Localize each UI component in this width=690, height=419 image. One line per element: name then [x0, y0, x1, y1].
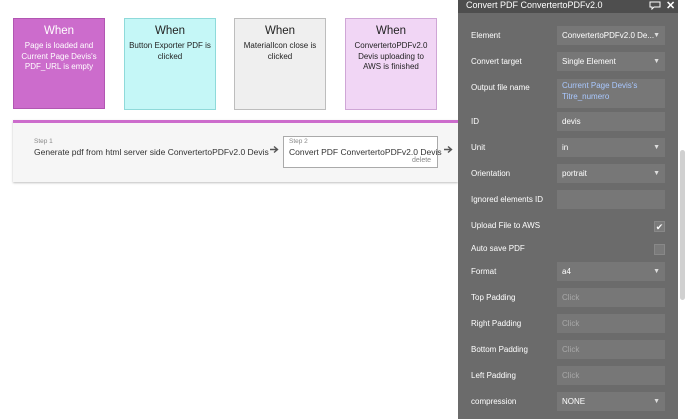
- right-padding-input[interactable]: Click: [557, 314, 665, 333]
- caret-down-icon: ▼: [653, 170, 660, 177]
- format-select[interactable]: a4 ▼: [557, 262, 665, 281]
- label-auto-save-pdf: Auto save PDF: [471, 244, 525, 253]
- left-padding-placeholder: Click: [562, 371, 580, 380]
- event-description: Page is loaded and Current Page Devis's …: [21, 41, 97, 71]
- panel-title: Convert PDF ConvertertoPDFv2.0: [466, 0, 603, 10]
- caret-down-icon: ▼: [653, 58, 660, 65]
- unit-select[interactable]: in ▼: [557, 138, 665, 157]
- id-input-value: devis: [562, 117, 581, 126]
- step-delete-link[interactable]: delete: [412, 157, 431, 164]
- arrow-right-icon: [270, 145, 279, 154]
- label-left-padding: Left Padding: [471, 371, 516, 380]
- event-description: ConvertertoPDFv2.0 Devis uploading to AW…: [354, 41, 428, 71]
- bottom-padding-input[interactable]: Click: [557, 340, 665, 359]
- right-padding-placeholder: Click: [562, 319, 580, 328]
- step-1-title[interactable]: Generate pdf from html server side Conve…: [34, 147, 269, 157]
- event-description: Button Exporter PDF is clicked: [129, 41, 211, 61]
- convert-target-select[interactable]: Single Element ▼: [557, 52, 665, 71]
- close-icon[interactable]: ✕: [666, 0, 675, 12]
- label-orientation: Orientation: [471, 169, 511, 178]
- label-compression: compression: [471, 397, 517, 406]
- label-top-padding: Top Padding: [471, 293, 516, 302]
- element-select[interactable]: ConvertertoPDFv2.0 De... ▼: [557, 26, 665, 45]
- label-convert-target: Convert target: [471, 57, 522, 66]
- upload-aws-checkbox[interactable]: ✔: [654, 221, 665, 232]
- label-output-file-name: Output file name: [471, 83, 530, 92]
- comment-icon[interactable]: [649, 1, 661, 10]
- output-file-name-value: Current Page Devis's Titre_numero: [562, 81, 638, 101]
- compression-select[interactable]: NONE ▼: [557, 392, 665, 411]
- event-when-label: When: [154, 25, 186, 37]
- property-editor-panel: Convert PDF ConvertertoPDFv2.0 ✕ Element…: [458, 0, 678, 419]
- label-ignored-elements-id: Ignored elements ID: [471, 195, 544, 204]
- event-materialicon-close-clicked[interactable]: When MaterialIcon close is clicked: [234, 18, 326, 110]
- step-2-title[interactable]: Convert PDF ConvertertoPDFv2.0 Devis: [289, 147, 442, 157]
- caret-down-icon: ▼: [653, 32, 660, 39]
- bottom-padding-placeholder: Click: [562, 345, 580, 354]
- label-format: Format: [471, 267, 497, 276]
- format-select-value: a4: [562, 267, 571, 276]
- label-unit: Unit: [471, 143, 486, 152]
- panel-scrollbar-thumb[interactable]: [680, 150, 685, 300]
- left-padding-input[interactable]: Click: [557, 366, 665, 385]
- output-file-name-field[interactable]: Current Page Devis's Titre_numero: [557, 79, 665, 108]
- id-input[interactable]: devis: [557, 112, 665, 131]
- checkmark-icon: ✔: [655, 222, 664, 232]
- unit-select-value: in: [562, 143, 569, 152]
- label-upload-aws: Upload File to AWS: [471, 221, 541, 230]
- orientation-select[interactable]: portrait ▼: [557, 164, 665, 183]
- label-right-padding: Right Padding: [471, 319, 522, 328]
- arrow-right-icon: [444, 145, 453, 154]
- element-select-value: ConvertertoPDFv2.0 De...: [562, 31, 655, 40]
- event-when-label: When: [375, 25, 407, 37]
- event-page-loaded[interactable]: When Page is loaded and Current Page Dev…: [13, 18, 105, 109]
- label-element: Element: [471, 31, 501, 40]
- event-button-exporter-clicked[interactable]: When Button Exporter PDF is clicked: [124, 18, 216, 110]
- auto-save-pdf-checkbox[interactable]: [654, 244, 665, 255]
- orientation-select-value: portrait: [562, 169, 587, 178]
- label-bottom-padding: Bottom Padding: [471, 345, 528, 354]
- convert-target-value: Single Element: [562, 57, 616, 66]
- event-when-label: When: [43, 25, 75, 37]
- label-id: ID: [471, 117, 479, 126]
- event-when-label: When: [264, 25, 296, 37]
- ignored-elements-input[interactable]: [557, 190, 665, 209]
- caret-down-icon: ▼: [653, 398, 660, 405]
- top-padding-input[interactable]: Click: [557, 288, 665, 307]
- caret-down-icon: ▼: [653, 144, 660, 151]
- caret-down-icon: ▼: [653, 268, 660, 275]
- compression-select-value: NONE: [562, 397, 586, 406]
- event-description: MaterialIcon close is clicked: [243, 41, 317, 61]
- top-padding-placeholder: Click: [562, 293, 580, 302]
- event-aws-upload-finished[interactable]: When ConvertertoPDFv2.0 Devis uploading …: [345, 18, 437, 110]
- step-1-number: Step 1: [34, 138, 53, 145]
- step-2-number: Step 2: [289, 138, 308, 145]
